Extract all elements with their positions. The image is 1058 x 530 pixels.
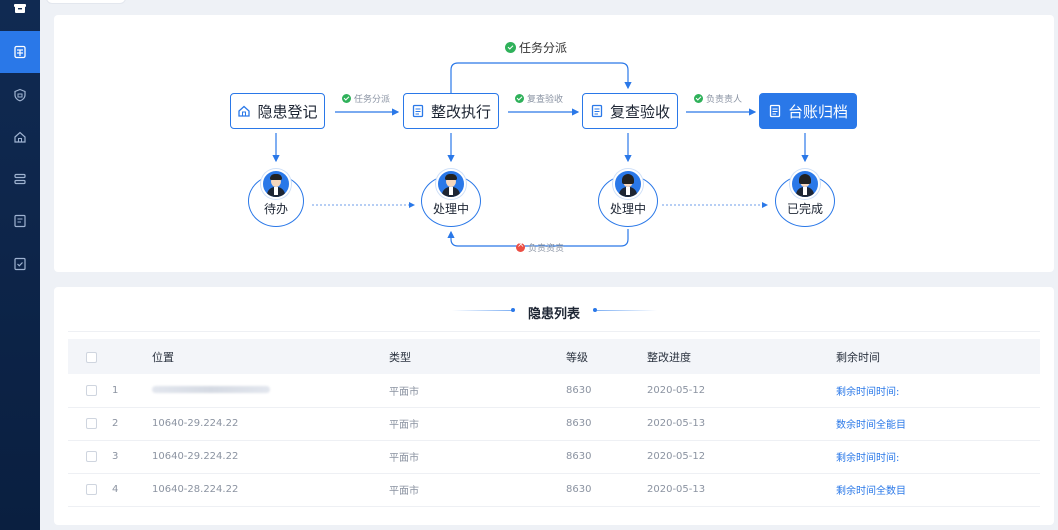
row-number: 4 xyxy=(112,484,119,495)
avatar xyxy=(613,169,643,199)
check-shield-icon[interactable] xyxy=(0,243,40,285)
hazard-table: 位置 类型 等级 整改进度 剩余时间 1 平面市 8630 2020-05-12… xyxy=(68,339,1040,507)
row-checkbox[interactable] xyxy=(86,417,97,429)
node-hazard-register[interactable]: 隐患登记 xyxy=(230,93,325,129)
row-checkbox[interactable] xyxy=(86,483,97,495)
remaining-link[interactable]: 数余时间全能目 xyxy=(836,407,1040,440)
avatar xyxy=(261,169,291,199)
hazard-list-panel: 隐患列表 位置 类型 等级 整改进度 剩余时间 1 平面市 8630 2020-… xyxy=(54,287,1054,525)
type-cell: 平面市 xyxy=(389,386,419,398)
avatar xyxy=(790,169,820,199)
shield-icon[interactable] xyxy=(0,74,40,116)
progress-cell: 2020-05-13 xyxy=(647,484,706,495)
location-cell xyxy=(152,374,389,407)
remaining-link[interactable]: 剩余时间时间: xyxy=(836,440,1040,473)
list-title: 隐患列表 xyxy=(527,307,580,322)
select-all-checkbox[interactable] xyxy=(86,351,97,363)
progress-cell: 2020-05-12 xyxy=(647,384,706,396)
column-header[interactable]: 剩余时间 xyxy=(836,339,1040,374)
level-cell: 8630 xyxy=(566,451,592,462)
shield-home-icon xyxy=(238,105,251,117)
table-row[interactable]: 4 10640-28.224.22 平面市 8630 2020-05-13 剩余… xyxy=(68,473,1040,506)
document-icon xyxy=(769,104,781,118)
node-rectify-execute[interactable]: 整改执行 xyxy=(403,93,499,129)
form-icon[interactable] xyxy=(0,200,40,242)
check-circle-icon xyxy=(342,94,351,103)
node-review-accept[interactable]: 复查验收 xyxy=(582,93,678,129)
edge-label-2: 复查验收 xyxy=(515,92,563,105)
workflow-panel: 任务分派 任务分派 复查验收 负责责人 负责资责 隐患登记 整改执行 复查验收 … xyxy=(54,15,1054,272)
remaining-link[interactable]: 剩余时间时间: xyxy=(836,374,1040,407)
table-row[interactable]: 1 平面市 8630 2020-05-12 剩余时间时间: xyxy=(68,374,1040,407)
box-icon[interactable] xyxy=(0,0,40,30)
row-number: 2 xyxy=(112,418,119,429)
divider xyxy=(68,331,1040,332)
redacted-location xyxy=(152,386,270,394)
type-cell: 平面市 xyxy=(389,486,419,497)
table-row[interactable]: 2 10640-29.224.22 平面市 8630 2020-05-13 数余… xyxy=(68,407,1040,440)
check-circle-icon xyxy=(515,94,524,103)
check-circle-icon xyxy=(505,42,516,53)
row-checkbox[interactable] xyxy=(86,384,97,396)
edge-label-bottom: 负责资责 xyxy=(516,240,564,254)
document-icon xyxy=(412,104,424,118)
row-checkbox[interactable] xyxy=(86,450,97,462)
remaining-link[interactable]: 剩余时间全数目 xyxy=(836,473,1040,506)
progress-cell: 2020-05-12 xyxy=(647,451,706,462)
location-cell: 10640-28.224.22 xyxy=(152,484,239,495)
row-number: 1 xyxy=(112,384,119,396)
level-cell: 8630 xyxy=(566,418,592,429)
row-number: 3 xyxy=(112,451,119,462)
check-circle-icon xyxy=(694,94,703,103)
table-header-row: 位置 类型 等级 整改进度 剩余时间 xyxy=(68,339,1040,374)
column-header[interactable]: 类型 xyxy=(389,339,566,374)
list-icon[interactable] xyxy=(0,158,40,200)
home-icon[interactable] xyxy=(0,116,40,158)
table-row[interactable]: 3 10640-29.224.22 平面市 8630 2020-05-12 剩余… xyxy=(68,440,1040,473)
type-cell: 平面市 xyxy=(389,420,419,431)
column-header[interactable]: 等级 xyxy=(566,339,647,374)
column-header[interactable]: 位置 xyxy=(152,339,389,374)
location-cell: 10640-29.224.22 xyxy=(152,451,239,462)
column-header[interactable]: 整改进度 xyxy=(647,339,836,374)
edge-label-top: 任务分派 xyxy=(505,39,567,56)
document-icon xyxy=(591,104,603,118)
progress-cell: 2020-05-13 xyxy=(647,418,706,429)
error-circle-icon xyxy=(516,240,525,252)
edge-label-1: 任务分派 xyxy=(342,92,390,105)
edge-label-3: 负责责人 xyxy=(694,92,742,105)
type-cell: 平面市 xyxy=(389,453,419,464)
node-ledger-archive[interactable]: 台账归档 xyxy=(759,93,857,129)
level-cell: 8630 xyxy=(566,384,592,396)
location-cell: 10640-29.224.22 xyxy=(152,418,239,429)
top-tab-stub xyxy=(46,0,126,4)
avatar xyxy=(436,169,466,199)
title-divider-right xyxy=(597,310,657,311)
sidebar xyxy=(0,0,40,530)
calculator-icon[interactable] xyxy=(0,31,40,73)
level-cell: 8630 xyxy=(566,484,592,495)
